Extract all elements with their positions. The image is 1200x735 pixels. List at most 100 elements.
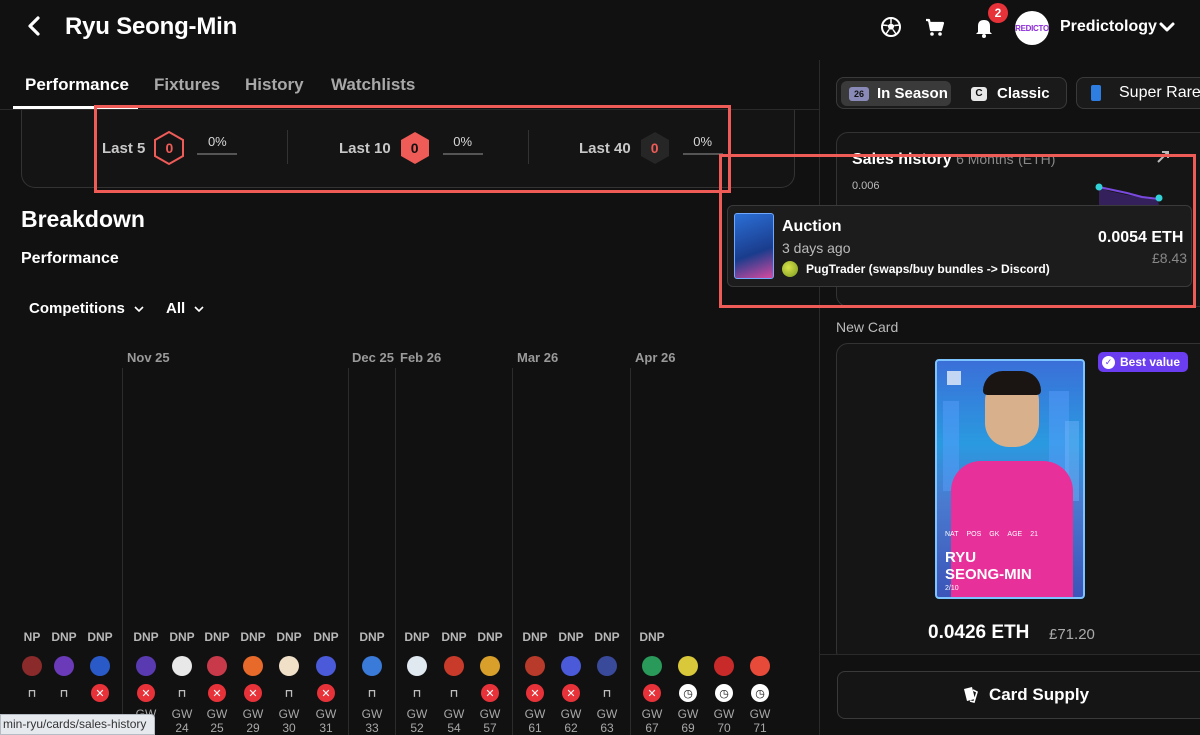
timeline-month: Apr 26	[635, 350, 676, 365]
did-not-play-icon: ✕	[244, 684, 262, 702]
gameweek-column[interactable]: DNP ✕ GW 61	[517, 630, 553, 735]
gameweek-label: GW 57	[479, 707, 501, 735]
gameweek-label: GW 62	[560, 707, 582, 735]
dnp-label: DNP	[404, 630, 430, 644]
bench-icon: ⊓	[602, 687, 612, 700]
rarity-selector[interactable]: Super Rare	[1076, 77, 1200, 109]
card-pos: GK	[989, 531, 1000, 538]
dnp-label	[742, 630, 778, 648]
dnp-label: DNP	[594, 630, 620, 644]
did-not-play-icon: ✕	[91, 684, 109, 702]
toggle-label: Classic	[997, 85, 1050, 102]
player-card-image[interactable]: NAT POS GK AGE 21 RYU SEONG-MIN 2/10	[935, 359, 1085, 599]
gameweek-column[interactable]: ◷ GW 71	[742, 630, 778, 735]
opponent-logo-icon	[407, 656, 427, 676]
username[interactable]: Predictology	[1060, 18, 1157, 36]
gameweek-label: GW 63	[596, 707, 618, 735]
player-hair	[983, 371, 1041, 395]
page-title: Ryu Seong-Min	[65, 13, 238, 40]
section-subtitle: Performance	[21, 250, 119, 267]
gameweek-column[interactable]: DNP ⊓ GW 54	[436, 630, 472, 735]
classic-icon: C	[971, 86, 987, 101]
gameweek-column[interactable]: DNP ⊓ GW 30	[271, 630, 307, 735]
toggle-in-season[interactable]: 26 In Season	[841, 81, 951, 106]
dnp-label: DNP	[51, 630, 77, 644]
timeline-month: Feb 26	[400, 350, 442, 365]
dnp-label	[706, 630, 742, 648]
tab-watchlists[interactable]: Watchlists	[331, 75, 415, 95]
gameweek-column[interactable]: DNP ⊓	[46, 630, 82, 707]
opponent-logo-icon	[90, 656, 110, 676]
gameweek-label: GW 30	[278, 707, 300, 735]
chevron-down-icon[interactable]	[1158, 18, 1176, 41]
back-arrow-icon[interactable]	[24, 14, 52, 42]
gameweek-column[interactable]: NP ⊓	[14, 630, 50, 707]
cart-icon[interactable]	[922, 14, 948, 40]
gameweek-column[interactable]: DNP ✕ GW 29	[235, 630, 271, 735]
timeline-divider	[512, 368, 513, 735]
toggle-classic[interactable]: C Classic	[961, 81, 1061, 106]
did-not-play-icon: ✕	[526, 684, 544, 702]
opponent-logo-icon	[207, 656, 227, 676]
dnp-label	[670, 630, 706, 648]
opponent-logo-icon	[362, 656, 382, 676]
clock-icon: ◷	[679, 684, 697, 702]
opponent-logo-icon	[678, 656, 698, 676]
gameweek-column[interactable]: DNP ✕ GW 57	[472, 630, 508, 735]
notification-badge: 2	[988, 3, 1008, 23]
check-badge-icon: ✓	[1102, 355, 1115, 369]
tab-history[interactable]: History	[245, 75, 304, 95]
avatar[interactable]: REDICTO	[1015, 11, 1049, 45]
filter-label: All	[166, 300, 186, 317]
timeline-month: Nov 25	[127, 350, 170, 365]
gameweek-column[interactable]: DNP ⊓ GW 33	[354, 630, 390, 735]
gameweek-label: GW 67	[641, 707, 663, 735]
gameweek-column[interactable]: DNP ✕ GW 62	[553, 630, 589, 735]
opponent-logo-icon	[172, 656, 192, 676]
dnp-label: DNP	[477, 630, 503, 644]
competitions-filter[interactable]: Competitions	[29, 300, 145, 317]
gameweek-label: GW 69	[677, 707, 699, 735]
card-age: 21	[1030, 531, 1038, 538]
avatar-text: REDICTO	[1015, 23, 1049, 33]
gameweek-label: GW 25	[206, 707, 228, 735]
timeline-month: Mar 26	[517, 350, 559, 365]
dnp-label: NP	[23, 630, 41, 644]
gameweek-column[interactable]: ◷ GW 69	[670, 630, 706, 735]
gameweek-column[interactable]: DNP ⊓ GW 63	[589, 630, 625, 735]
gameweek-label: GW 54	[443, 707, 465, 735]
toggle-label: In Season	[877, 85, 948, 102]
opponent-logo-icon	[136, 656, 156, 676]
gameweek-column[interactable]: DNP ⊓ GW 52	[399, 630, 435, 735]
timeline-month: Dec 25	[352, 350, 394, 365]
badge-label: Best value	[1120, 355, 1181, 369]
rarity-card-icon	[1091, 85, 1101, 101]
gameweek-column[interactable]: DNP ⊓ GW 24	[164, 630, 200, 735]
gameweek-label: GW 31	[315, 707, 337, 735]
gameweek-column[interactable]: DNP ✕ GW 25	[199, 630, 235, 735]
soccer-ball-icon[interactable]	[878, 14, 904, 40]
highlight-box-form	[94, 105, 731, 193]
card-supply-button[interactable]: Card Supply	[837, 671, 1200, 719]
card-price-eth: 0.0426 ETH	[928, 622, 1030, 643]
opponent-logo-icon	[480, 656, 500, 676]
gameweek-column[interactable]: DNP ✕ GW 67	[634, 630, 670, 735]
card-player-name: RYU SEONG-MIN	[945, 549, 1032, 583]
did-not-play-icon: ✕	[317, 684, 335, 702]
timeline-divider	[395, 368, 396, 735]
tab-fixtures[interactable]: Fixtures	[154, 75, 220, 95]
bench-icon: ⊓	[284, 687, 294, 700]
top-bar: Ryu Seong-Min 2 REDICTO Predictology	[0, 0, 1200, 58]
all-filter[interactable]: All	[166, 300, 205, 317]
cards-icon	[963, 687, 978, 703]
tab-performance[interactable]: Performance	[25, 75, 129, 95]
gameweek-label: GW 71	[749, 707, 771, 735]
gameweek-column[interactable]: DNP ✕ GW 31	[308, 630, 344, 735]
dnp-label: DNP	[558, 630, 584, 644]
clock-icon: ◷	[751, 684, 769, 702]
dnp-label: DNP	[87, 630, 113, 644]
supply-label: Card Supply	[988, 685, 1090, 704]
gameweek-column[interactable]: ◷ GW 70	[706, 630, 742, 735]
gameweek-label: GW 33	[361, 707, 383, 735]
gameweek-column[interactable]: DNP ✕	[82, 630, 118, 707]
